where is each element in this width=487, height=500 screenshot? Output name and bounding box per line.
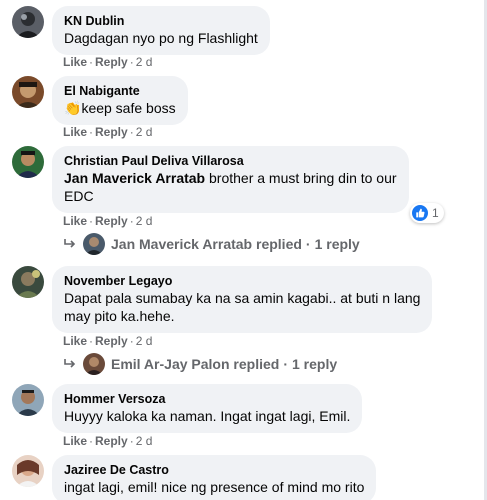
view-replies-link[interactable]: Emil Ar-Jay Palon replied · 1 reply: [63, 352, 337, 376]
reply-link[interactable]: Reply: [95, 434, 128, 448]
replier-avatar: [83, 353, 105, 375]
comment-text: Huyyy kaloka ka naman. Ingat ingat lagi,…: [64, 408, 351, 424]
comment-text: 👏keep safe boss: [64, 100, 176, 116]
reply-count: 1 reply: [314, 236, 360, 252]
avatar[interactable]: [12, 266, 44, 298]
comment-bubble: El Nabigante 👏keep safe boss: [52, 76, 188, 125]
comment-actions: Like · Reply · 2 d: [63, 125, 153, 139]
comment-author[interactable]: Hommer Versoza: [64, 391, 350, 407]
replier-avatar: [83, 233, 105, 255]
replier-name: Jan Maverick Arratab: [111, 236, 253, 252]
comment-bubble: Jaziree De Castro ingat lagi, emil! nice…: [52, 455, 377, 500]
comment-text: Dagdagan nyo po ng Flashlight: [64, 30, 258, 46]
comment-author[interactable]: Jaziree De Castro: [64, 462, 364, 478]
reaction-number: 1: [432, 206, 439, 220]
comment-bubble: November Legayo Dapat pala sumabay ka na…: [52, 266, 433, 333]
avatar[interactable]: [12, 76, 44, 108]
view-replies-link[interactable]: Jan Maverick Arratab replied · 1 reply: [63, 232, 360, 256]
comment-actions: Like · Reply · 2 d: [63, 55, 153, 69]
avatar[interactable]: [12, 146, 44, 178]
mention-link[interactable]: Jan Maverick Arratab: [64, 170, 205, 186]
replied-label: replied: [233, 356, 280, 372]
comment-time[interactable]: 2 d: [136, 334, 153, 348]
avatar[interactable]: [12, 6, 44, 38]
comment-actions: Like · Reply · 2 d: [63, 214, 153, 228]
comment-text: Dapat pala sumabay ka na sa amin kagabi.…: [64, 290, 421, 324]
comment-time[interactable]: 2 d: [136, 434, 153, 448]
replied-label: replied: [256, 236, 302, 252]
comment-time[interactable]: 2 d: [136, 214, 153, 228]
like-link[interactable]: Like: [63, 434, 87, 448]
reply-arrow-icon: [64, 239, 76, 248]
reply-link[interactable]: Reply: [95, 334, 128, 348]
comment-bubble: KN Dublin Dagdagan nyo po ng Flashlight: [52, 6, 270, 55]
comment-bubble: Christian Paul Deliva Villarosa Jan Mave…: [52, 146, 409, 213]
comment-text: ingat lagi, emil! nice ng presence of mi…: [64, 479, 365, 495]
comment-author[interactable]: Christian Paul Deliva Villarosa: [64, 153, 397, 169]
like-icon: [412, 205, 428, 221]
comment-author[interactable]: KN Dublin: [64, 13, 258, 29]
reply-count: 1 reply: [292, 356, 338, 372]
like-link[interactable]: Like: [63, 214, 87, 228]
like-link[interactable]: Like: [63, 55, 87, 69]
comment-bubble: Hommer Versoza Huyyy kaloka ka naman. In…: [52, 384, 363, 433]
reply-link[interactable]: Reply: [95, 214, 128, 228]
reaction-count[interactable]: 1: [410, 203, 444, 223]
comment-time[interactable]: 2 d: [136, 55, 153, 69]
replier-name: Emil Ar-Jay Palon: [111, 356, 230, 372]
comment-author[interactable]: November Legayo: [64, 273, 420, 289]
comment-actions: Like · Reply · 2 d: [63, 434, 153, 448]
comment-time[interactable]: 2 d: [136, 125, 153, 139]
comment-author[interactable]: El Nabigante: [64, 83, 176, 99]
like-link[interactable]: Like: [63, 334, 87, 348]
comment-text: Jan Maverick Arratab brother a must brin…: [64, 170, 397, 204]
comment-actions: Like · Reply · 2 d: [63, 334, 153, 348]
avatar[interactable]: [12, 384, 44, 416]
reply-link[interactable]: Reply: [95, 125, 128, 139]
reply-arrow-icon: [64, 359, 76, 368]
like-link[interactable]: Like: [63, 125, 87, 139]
reply-link[interactable]: Reply: [95, 55, 128, 69]
avatar[interactable]: [12, 455, 44, 487]
clap-emoji-icon: 👏: [64, 100, 82, 116]
